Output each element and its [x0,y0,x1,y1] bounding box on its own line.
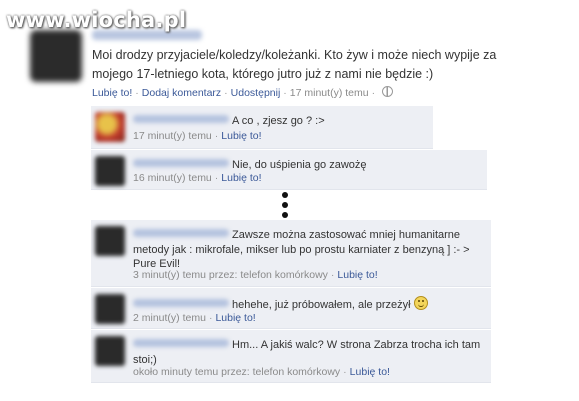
commenter-name-redacted[interactable] [133,229,229,237]
post-timestamp[interactable]: 17 minut(y) temu [290,87,369,99]
globe-icon [382,86,394,97]
comment-meta: 17 minut(y) temu · Lubię to! [133,130,262,142]
vertical-ellipsis-icon [282,192,288,222]
comment-timestamp[interactable]: 2 minut(y) temu [133,312,206,324]
comment-item: Zawsze można zastosować mniej humanitarn… [91,220,491,287]
commenter-avatar[interactable] [95,112,125,142]
comment-text: Hm... A jakiś walc? W strona Zabrza troc… [133,339,481,366]
comment-item: Nie, do uśpienia go zawożę 16 minut(y) t… [91,150,487,190]
comment-timestamp[interactable]: 3 minut(y) temu przez: telefon komórkowy [133,269,328,281]
site-watermark: www.wiocha.pl [6,8,187,32]
comment-like-link[interactable]: Lubię to! [221,130,261,142]
comment-timestamp[interactable]: 17 minut(y) temu [133,130,212,142]
commenter-name-redacted[interactable] [133,299,229,307]
commenter-avatar[interactable] [95,336,125,366]
comment-text: Zawsze można zastosować mniej humanitarn… [133,229,470,270]
add-comment-link[interactable]: Dodaj komentarz [142,87,221,99]
commenter-name-redacted[interactable] [133,115,229,123]
share-link[interactable]: Udostępnij [231,87,281,99]
comment-like-link[interactable]: Lubię to! [350,366,390,378]
comment-timestamp[interactable]: 16 minut(y) temu [133,172,212,184]
comment-timestamp[interactable]: około minuty temu przez: telefon komórko… [133,366,340,378]
comment-like-link[interactable]: Lubię to! [215,312,255,324]
comment-item: A co , zjesz go ? :> 17 minut(y) temu · Lu… [91,106,433,149]
comment-like-link[interactable]: Lubię to! [221,172,261,184]
comment-meta: 2 minut(y) temu · Lubię to! [133,312,256,324]
comment-text: A co , zjesz go ? :> [133,114,325,129]
post-actions: Lubię to! · Dodaj komentarz · Udostępnij · 17 … [92,86,394,99]
commenter-avatar[interactable] [95,226,125,256]
comment-meta: 16 minut(y) temu · Lubię to! [133,172,262,184]
comment-item: Hm... A jakiś walc? W strona Zabrza troc… [91,330,491,383]
commenter-avatar[interactable] [95,156,125,186]
comment-meta: około minuty temu przez: telefon komórko… [133,366,390,378]
commenter-name-redacted[interactable] [133,159,229,167]
commenter-avatar[interactable] [95,294,125,324]
poster-avatar[interactable] [30,30,82,82]
comment-item: hehehe, już próbowałem, ale przeżył 2 mi… [91,288,491,329]
smiley-icon [413,296,428,310]
post-text: Moi drodzy przyjaciele/koledzy/koleżanki… [92,48,497,81]
like-link[interactable]: Lubię to! [92,87,132,99]
comment-text: hehehe, już próbowałem, ale przeżył [133,296,428,313]
comment-meta: 3 minut(y) temu przez: telefon komórkowy… [133,269,378,281]
comment-text: Nie, do uśpienia go zawożę [133,158,367,173]
commenter-name-redacted[interactable] [133,339,229,347]
comment-like-link[interactable]: Lubię to! [337,269,377,281]
